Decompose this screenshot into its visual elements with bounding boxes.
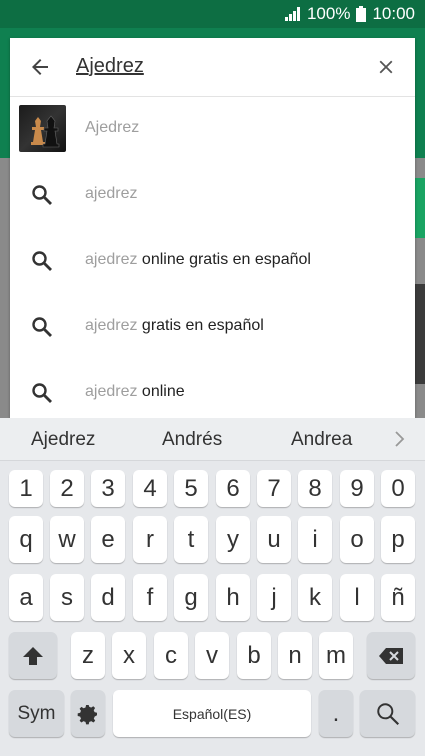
period-key[interactable]: . [319,690,353,737]
key-g[interactable]: g [174,574,208,621]
key-d[interactable]: d [91,574,125,621]
key-8[interactable]: 8 [298,470,332,507]
key-t[interactable]: t [174,516,208,563]
backspace-icon [379,647,403,664]
key-l[interactable]: l [340,574,374,621]
suggestion-label: ajedrez online gratis en español [85,251,311,268]
suggestion-row[interactable]: ajedrez [10,163,415,229]
battery-percent: 100% [306,4,351,23]
keyboard: Ajedrez Andrés Andrea 1 2 3 4 5 6 7 8 9 … [0,418,425,756]
search-icon [32,185,52,205]
shift-icon [23,646,43,665]
key-v[interactable]: v [195,632,229,679]
key-r[interactable]: r [133,516,167,563]
sym-key[interactable]: Sym [9,690,64,737]
key-e[interactable]: e [91,516,125,563]
key-i[interactable]: i [298,516,332,563]
key-9[interactable]: 9 [340,470,374,507]
search-icon [32,383,52,403]
key-1[interactable]: 1 [9,470,43,507]
suggestion-app-row[interactable]: Ajedrez [10,97,415,163]
clock: 10:00 [372,4,415,23]
suggestion-row[interactable]: ajedrez gratis en español [10,295,415,361]
key-3[interactable]: 3 [91,470,125,507]
key-5[interactable]: 5 [174,470,208,507]
key-h[interactable]: h [216,574,250,621]
space-key[interactable]: Español(ES) [113,690,311,737]
close-icon[interactable] [375,56,397,78]
key-q[interactable]: q [9,516,43,563]
key-f[interactable]: f [133,574,167,621]
gear-icon [77,704,97,724]
search-key[interactable] [360,690,415,737]
search-bar: Ajedrez [10,38,415,97]
search-panel: Ajedrez Ajedrez ajedrez ajedrez online g… [10,38,415,418]
key-6[interactable]: 6 [216,470,250,507]
key-o[interactable]: o [340,516,374,563]
signal-icon [284,7,300,21]
suggestion-row[interactable]: ajedrez online gratis en español [10,229,415,295]
word-suggestion[interactable]: Andrea [291,429,352,451]
key-n[interactable]: n [278,632,312,679]
key-b[interactable]: b [237,632,271,679]
key-s[interactable]: s [50,574,84,621]
chevron-right-icon[interactable] [394,431,406,447]
key-y[interactable]: y [216,516,250,563]
key-z[interactable]: z [71,632,105,679]
battery-icon [356,6,367,22]
suggestion-row[interactable]: ajedrez online [10,361,415,418]
key-x[interactable]: x [112,632,146,679]
search-icon [32,317,52,337]
key-a[interactable]: a [9,574,43,621]
suggestion-label: ajedrez [85,185,138,202]
key-u[interactable]: u [257,516,291,563]
key-2[interactable]: 2 [50,470,84,507]
shift-key[interactable] [9,632,57,679]
settings-key[interactable] [71,690,105,737]
key-j[interactable]: j [257,574,291,621]
suggestion-label: Ajedrez [85,119,140,136]
key-p[interactable]: p [381,516,415,563]
back-arrow-icon[interactable] [28,55,52,79]
key-7[interactable]: 7 [257,470,291,507]
suggestion-label: ajedrez gratis en español [85,317,264,334]
key-m[interactable]: m [319,632,353,679]
search-input[interactable]: Ajedrez [76,55,144,78]
key-4[interactable]: 4 [133,470,167,507]
keyboard-suggestion-bar: Ajedrez Andrés Andrea [0,418,425,461]
suggestion-label: ajedrez online [85,383,185,400]
word-suggestion[interactable]: Andrés [162,429,222,451]
key-w[interactable]: w [50,516,84,563]
backspace-key[interactable] [367,632,415,679]
word-suggestion[interactable]: Ajedrez [31,429,95,451]
search-icon [376,702,399,725]
search-icon [32,251,52,271]
key-0[interactable]: 0 [381,470,415,507]
key-n-tilde[interactable]: ñ [381,574,415,621]
chess-app-icon [19,105,66,152]
key-k[interactable]: k [298,574,332,621]
status-bar: 100% 10:00 [0,0,425,28]
key-c[interactable]: c [154,632,188,679]
